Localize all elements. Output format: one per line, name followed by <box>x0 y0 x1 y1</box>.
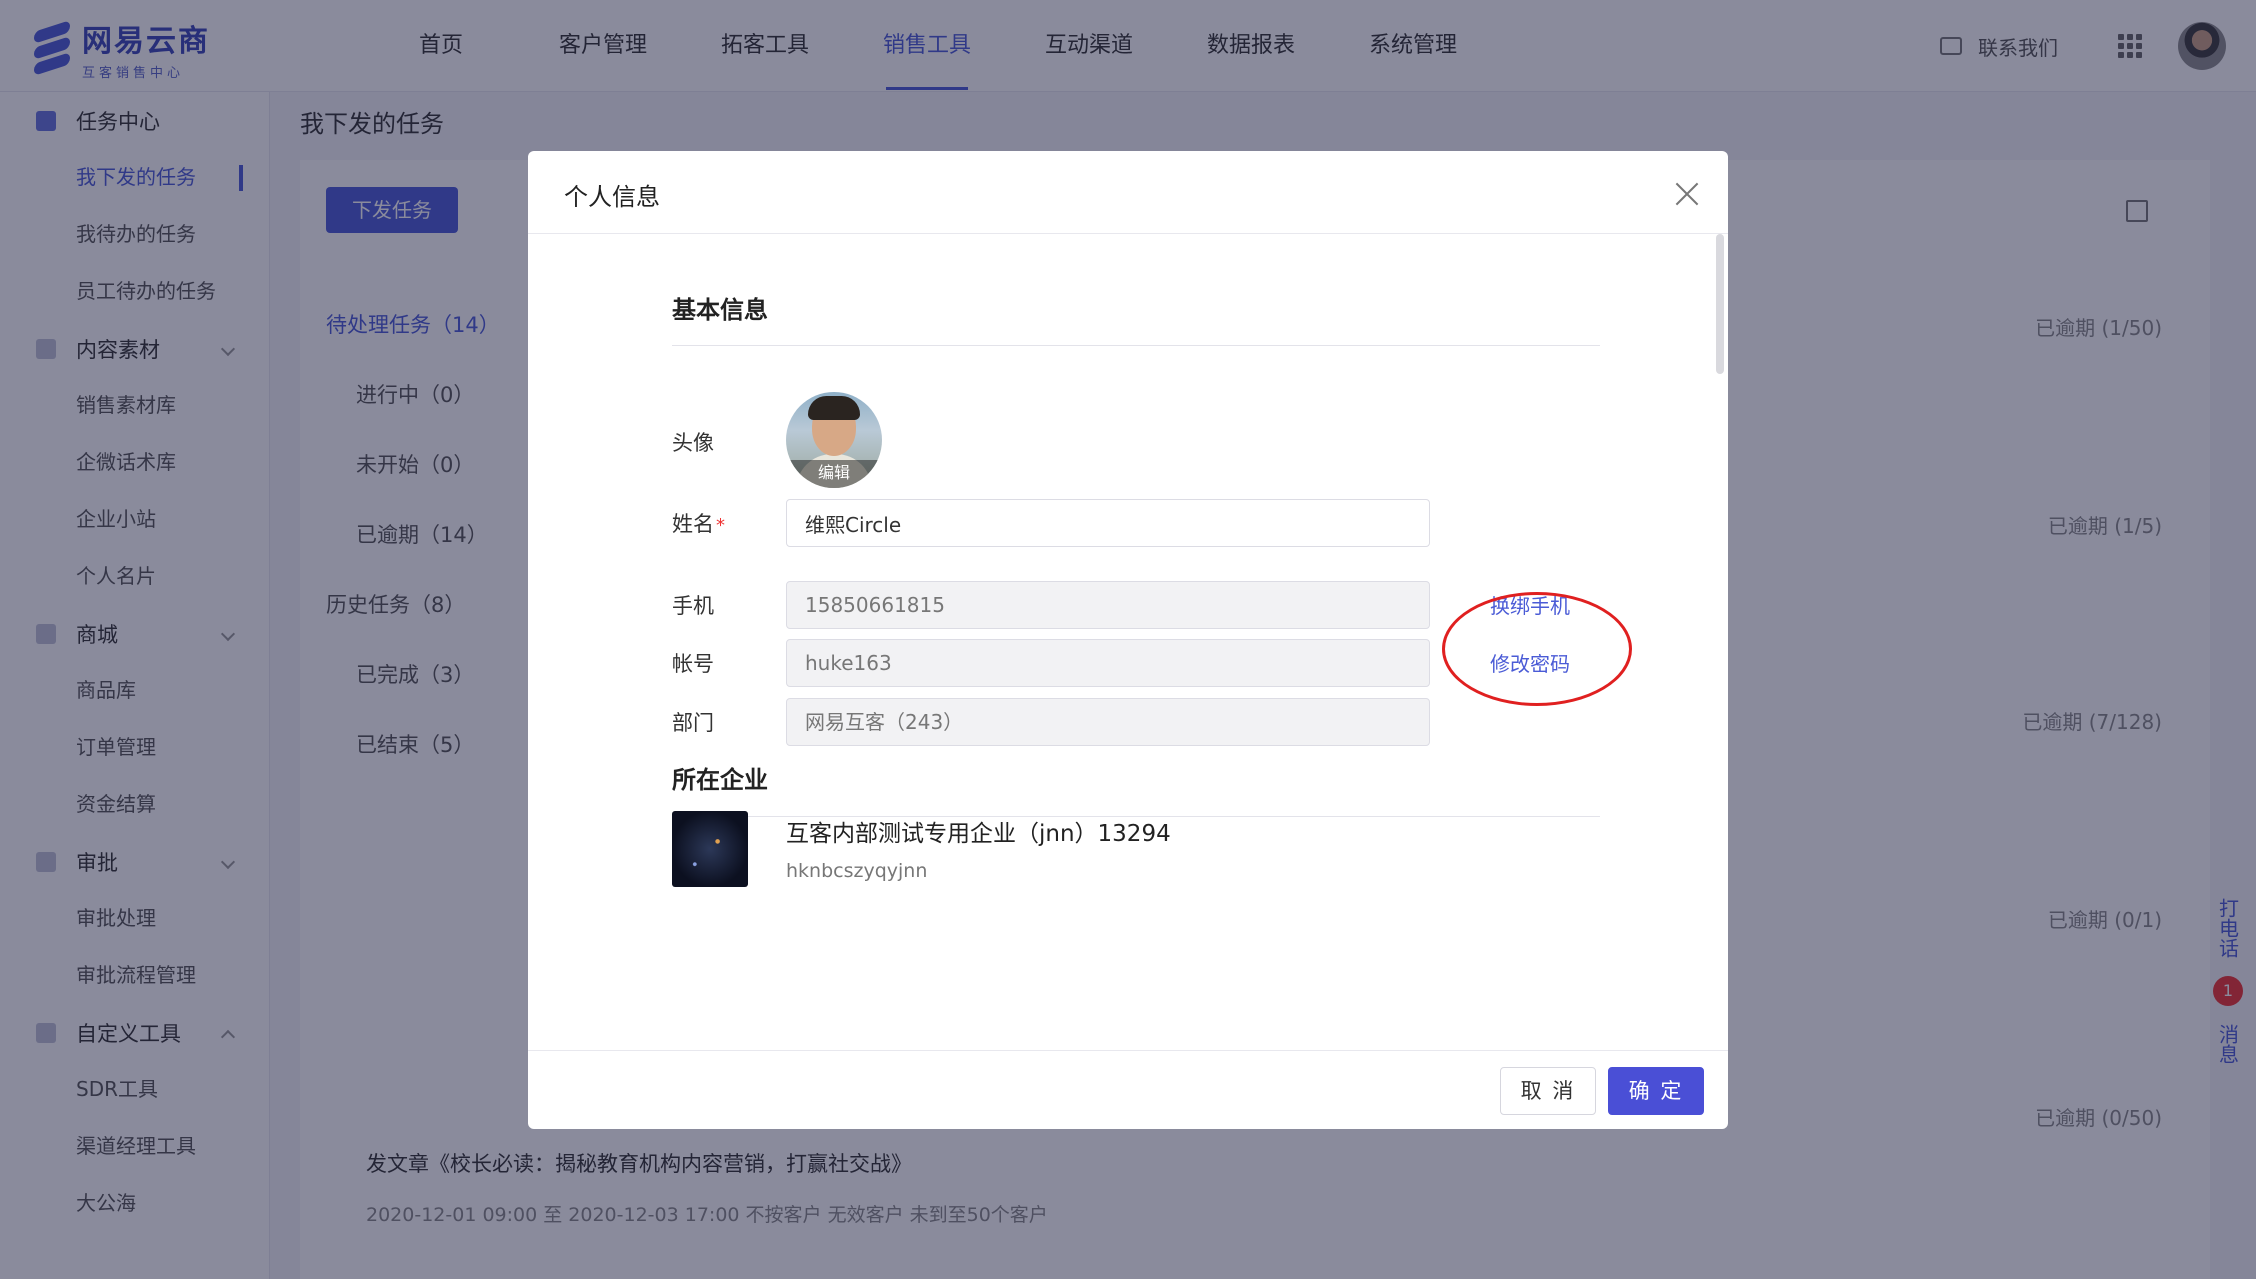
dialog-scrollbar[interactable] <box>1716 234 1724 374</box>
enterprise-name: 互客内部测试专用企业（jnn）13294 <box>786 821 1171 847</box>
profile-avatar[interactable]: 编辑 <box>786 392 882 488</box>
account-label: 帐号 <box>672 652 714 676</box>
dialog-footer: 取 消 确 定 <box>528 1050 1728 1129</box>
account-field: huke163 <box>786 639 1430 687</box>
enterprise-logo <box>672 811 748 887</box>
basic-info-heading: 基本信息 <box>672 296 768 324</box>
department-field: 网易互客（243） <box>786 698 1430 746</box>
phone-label: 手机 <box>672 594 714 618</box>
cancel-button[interactable]: 取 消 <box>1500 1067 1596 1115</box>
personal-info-dialog: 个人信息 基本信息 头像 编辑 姓名* 手机 15850661815 换绑手机 … <box>528 151 1728 1129</box>
basic-info-divider <box>672 345 1600 346</box>
dialog-title: 个人信息 <box>564 183 660 211</box>
enterprise-heading: 所在企业 <box>672 766 768 794</box>
dialog-body: 基本信息 头像 编辑 姓名* 手机 15850661815 换绑手机 帐号 hu… <box>528 234 1728 1050</box>
required-mark: * <box>716 515 725 536</box>
name-input[interactable] <box>786 499 1430 547</box>
confirm-button[interactable]: 确 定 <box>1608 1067 1704 1115</box>
department-label: 部门 <box>672 711 714 735</box>
change-password-link[interactable]: 修改密码 <box>1490 648 1570 677</box>
close-icon[interactable] <box>1674 181 1700 207</box>
dialog-header: 个人信息 <box>528 151 1728 234</box>
enterprise-code: hknbcszyqyjnn <box>786 860 928 882</box>
avatar-label: 头像 <box>672 431 714 455</box>
avatar-edit-label[interactable]: 编辑 <box>786 460 882 488</box>
phone-field: 15850661815 <box>786 581 1430 629</box>
name-label: 姓名 * <box>672 512 725 536</box>
